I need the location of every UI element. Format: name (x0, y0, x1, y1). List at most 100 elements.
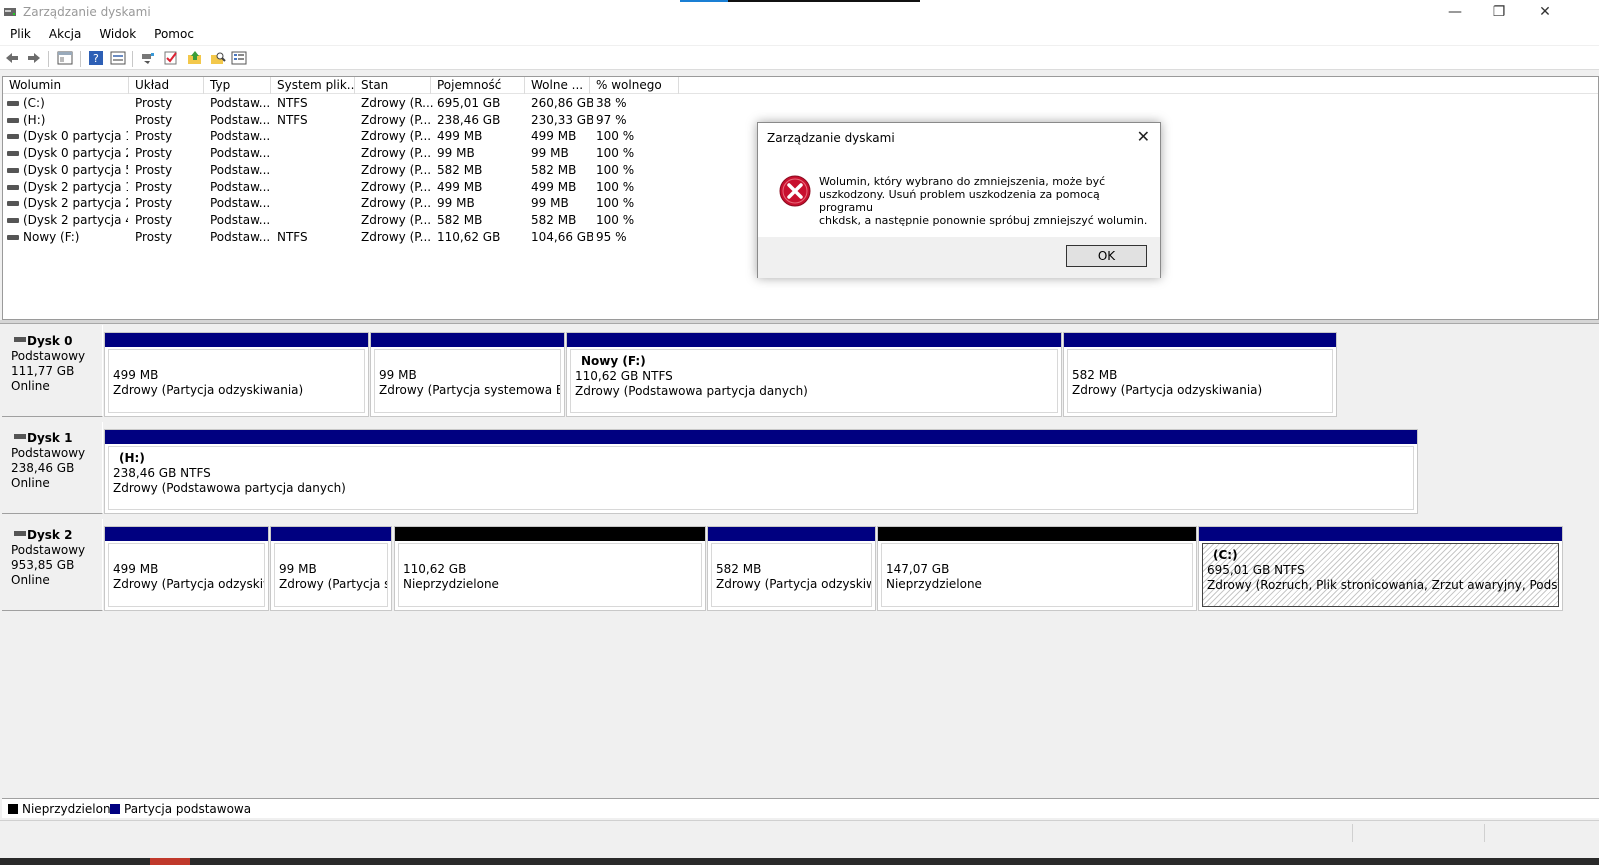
table-cell: (Dysk 2 partycja 2) (23, 196, 128, 211)
column-header-filesystem[interactable]: System plik... (271, 77, 355, 94)
volume-icon (7, 167, 19, 173)
dialog-close-icon[interactable]: ✕ (1137, 127, 1150, 146)
partition-size: 99 MB (379, 368, 417, 382)
partition-block[interactable]: (H:) 238,46 GB NTFS Zdrowy (Podstawowa par… (104, 429, 1418, 514)
folder-up-icon[interactable] (187, 50, 203, 66)
ok-button[interactable]: OK (1066, 245, 1147, 267)
table-cell: 100 % (596, 196, 635, 211)
partition-body: 99 MBZdrowy (Partycja syst (274, 543, 388, 607)
partition-name: (H:) (119, 451, 145, 465)
window-title: Zarządzanie dyskami (23, 5, 151, 19)
column-header-type[interactable]: Typ (204, 77, 271, 94)
column-header-status[interactable]: Stan (355, 77, 431, 94)
search-folder-icon[interactable] (210, 50, 226, 66)
svg-text:?: ? (93, 52, 99, 65)
partition-body: 147,07 GB Nieprzydzielone (881, 543, 1193, 607)
console-tree-icon[interactable] (57, 50, 73, 66)
partition-block[interactable]: 499 MB Zdrowy (Partycja odzyskiwania) (104, 332, 369, 417)
disk-icon (14, 531, 26, 536)
partition-block[interactable]: 582 MBZdrowy (Partycja odzyskiwani (707, 526, 876, 611)
menu-bar: Plik Akcja Widok Pomoc (0, 25, 1599, 45)
partition-block[interactable]: 99 MB Zdrowy (Partycja systemowa EFI) (370, 332, 565, 417)
partition-block[interactable]: 147,07 GB Nieprzydzielone (877, 526, 1197, 611)
partition-status: Nieprzydzielone (886, 577, 982, 591)
table-cell: 582 MB (437, 212, 483, 227)
status-bar (0, 820, 1599, 844)
partition-type-bar (1199, 527, 1562, 541)
pane-splitter[interactable] (0, 320, 1599, 324)
close-button[interactable]: ✕ (1522, 0, 1568, 24)
partition-type-bar (1064, 333, 1336, 347)
table-cell: 230,33 GB (531, 112, 593, 127)
column-header-percent-free[interactable]: % wolnego (590, 77, 679, 94)
table-row[interactable]: (Dysk 2 partycja 4) Prosty Podstaw... Zdrow… (3, 212, 683, 229)
table-cell: (Dysk 2 partycja 4) (23, 212, 128, 227)
restore-button[interactable]: ❐ (1476, 0, 1522, 24)
table-cell: 695,01 GB (437, 96, 501, 110)
checklist-icon[interactable] (163, 50, 179, 66)
table-row[interactable]: (Dysk 0 partycja 2) Prosty Podstaw... Zdrow… (3, 145, 683, 162)
table-cell: Podstaw... (210, 112, 271, 127)
partition-block[interactable]: (C:) 695,01 GB NTFS Zdrowy (Rozruch, Plik … (1198, 526, 1563, 611)
table-cell: 499 MB (531, 129, 577, 144)
menu-widok[interactable]: Widok (99, 25, 136, 45)
disk-label-0[interactable]: Dysk 0 Podstawowy 111,77 GB Online (2, 325, 103, 417)
list-view-icon[interactable] (231, 50, 247, 66)
table-cell: 97 % (596, 112, 627, 127)
table-cell: Prosty (135, 212, 173, 227)
table-row[interactable]: (H:) Prosty Podstaw... NTFS Zdrowy (P... 238,… (3, 112, 683, 129)
minimize-button[interactable]: — (1432, 0, 1478, 24)
disk-icon (14, 337, 26, 342)
disk-size: 111,77 GB (11, 364, 75, 378)
partition-block[interactable]: 110,62 GB Nieprzydzielone (394, 526, 706, 611)
table-cell: (H:) (23, 112, 46, 127)
table-cell: NTFS (277, 96, 308, 110)
table-cell: 99 MB (531, 146, 569, 161)
partition-type-bar (271, 527, 391, 541)
partition-body: (H:) 238,46 GB NTFS Zdrowy (Podstawowa par… (108, 446, 1414, 510)
menu-plik[interactable]: Plik (10, 25, 31, 45)
table-cell: Podstaw... (210, 179, 271, 194)
table-cell: 238,46 GB (437, 112, 501, 127)
column-header-capacity[interactable]: Pojemność (431, 77, 525, 94)
table-cell: 582 MB (437, 162, 483, 177)
partition-status: Zdrowy (Podstawowa partycja danych) (113, 481, 346, 495)
menu-akcja[interactable]: Akcja (49, 25, 81, 45)
column-header-layout[interactable]: Układ (129, 77, 204, 94)
back-arrow-icon[interactable] (4, 50, 20, 66)
column-header-free[interactable]: Wolne ... (525, 77, 590, 94)
table-cell: (C:) (23, 96, 45, 110)
properties-icon[interactable] (110, 50, 126, 66)
partition-block[interactable]: Nowy (F:) 110,62 GB NTFS Zdrowy (Podstawow… (566, 332, 1062, 417)
table-row[interactable]: (Dysk 2 partycja 2) Prosty Podstaw... Zdrow… (3, 195, 683, 212)
table-row[interactable]: (Dysk 0 partycja 1) Prosty Podstaw... Zdrow… (3, 128, 683, 145)
table-cell: NTFS (277, 112, 308, 127)
disk-type: Podstawowy (11, 446, 86, 460)
volume-icon (7, 217, 19, 223)
column-header-volume[interactable]: Wolumin (3, 77, 129, 94)
status-separator (1352, 824, 1353, 842)
disk-label-1[interactable]: Dysk 1 Podstawowy 238,46 GB Online (2, 422, 103, 514)
help-icon[interactable]: ? (88, 50, 104, 66)
title-bar[interactable]: Zarządzanie dyskami — ❐ ✕ (0, 0, 1599, 26)
table-cell: Prosty (135, 229, 173, 244)
disk-partitions-2: 499 MBZdrowy (Partycja odzyskiwan99 MBZd… (104, 519, 1594, 611)
partition-status: Zdrowy (Partycja syst (279, 577, 387, 591)
table-cell: Podstaw... (210, 212, 271, 227)
menu-pomoc[interactable]: Pomoc (154, 25, 194, 45)
connect-icon[interactable] (140, 50, 156, 66)
partition-name: (C:) (1213, 548, 1238, 562)
partition-status: Zdrowy (Partycja odzyskiwania) (113, 383, 304, 397)
partition-block[interactable]: 582 MB Zdrowy (Partycja odzyskiwania) (1063, 332, 1337, 417)
table-row[interactable]: (Dysk 0 partycja 5) Prosty Podstaw... Zdrow… (3, 162, 683, 179)
table-row[interactable]: Nowy (F:) Prosty Podstaw... NTFS Zdrowy (P..… (3, 229, 683, 246)
table-cell: 499 MB (437, 129, 483, 144)
disk-label-2[interactable]: Dysk 2 Podstawowy 953,85 GB Online (2, 519, 103, 611)
table-cell: 260,86 GB (531, 96, 593, 110)
partition-block[interactable]: 99 MBZdrowy (Partycja syst (270, 526, 392, 611)
partition-block[interactable]: 499 MBZdrowy (Partycja odzyskiwan (104, 526, 269, 611)
table-row[interactable]: (Dysk 2 partycja 1) Prosty Podstaw... Zdrow… (3, 179, 683, 196)
forward-arrow-icon[interactable] (26, 50, 42, 66)
table-cell: Prosty (135, 196, 173, 211)
table-row[interactable]: (C:) Prosty Podstaw... NTFS Zdrowy (R... 695,… (3, 95, 683, 112)
